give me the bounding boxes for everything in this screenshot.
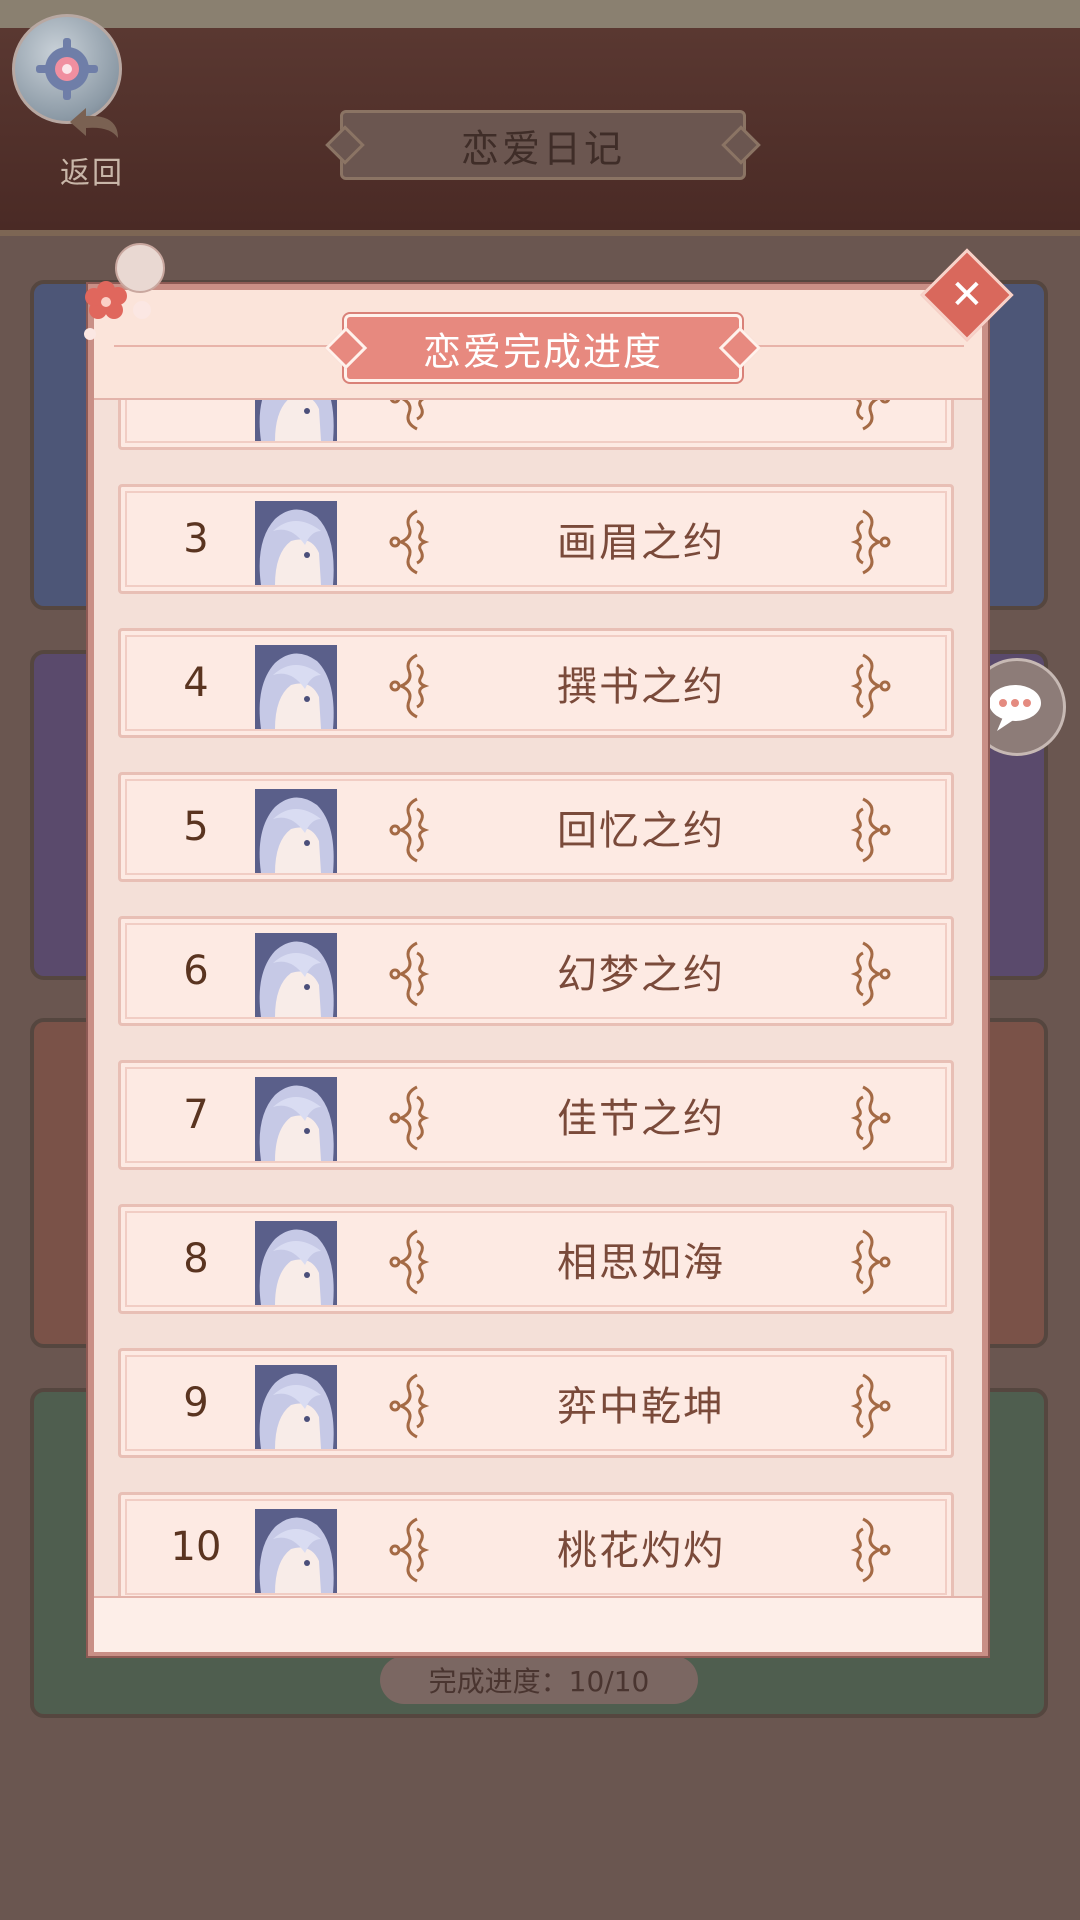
item-number: 5 xyxy=(183,804,209,850)
ornament-left-icon xyxy=(389,1517,430,1583)
completion-progress-text: 完成进度：10/10 xyxy=(428,1665,650,1698)
ornament-right-icon xyxy=(850,1373,891,1439)
item-number: 10 xyxy=(170,1524,222,1570)
item-number: 9 xyxy=(183,1380,209,1426)
ornament-left-icon xyxy=(389,1373,430,1439)
list-item[interactable] xyxy=(118,400,954,450)
ornament-right-icon xyxy=(850,653,891,719)
ornament-left-icon xyxy=(389,941,430,1007)
gear-icon xyxy=(36,38,98,100)
character-avatar xyxy=(255,400,337,441)
ornament-left-icon xyxy=(389,400,425,431)
list-item[interactable]: 9 弈中乾坤 xyxy=(118,1348,954,1458)
ornament-left-icon xyxy=(389,1085,430,1151)
close-x-icon: ✕ xyxy=(950,271,984,318)
dialog-header: 恋爱完成进度 xyxy=(94,290,982,400)
flower-icon xyxy=(84,243,165,340)
list-item[interactable]: 3 画眉之约 xyxy=(118,484,954,594)
ornament-left-icon xyxy=(389,653,430,719)
ornament-right-icon xyxy=(850,1517,891,1583)
list-item[interactable]: 6 幻梦之约 xyxy=(118,916,954,1026)
item-number: 8 xyxy=(183,1236,209,1282)
item-title: 回忆之约 xyxy=(557,808,725,854)
item-title: 幻梦之约 xyxy=(557,952,725,998)
character-avatar xyxy=(255,645,337,729)
item-number: 4 xyxy=(183,660,209,706)
list-item[interactable]: 4 撰书之约 xyxy=(118,628,954,738)
character-avatar xyxy=(255,1365,337,1449)
character-avatar xyxy=(255,789,337,873)
character-avatar xyxy=(255,501,337,585)
back-label[interactable]: 返回 xyxy=(60,148,124,192)
progress-list[interactable]: 3 画眉之约 4 撰书之约 5 回忆之约 6 幻梦之约 7 佳节之约 8 相思如… xyxy=(94,400,982,1596)
character-avatar xyxy=(255,1077,337,1161)
list-item[interactable]: 8 相思如海 xyxy=(118,1204,954,1314)
item-title: 桃花灼灼 xyxy=(557,1528,725,1574)
ornament-left-icon xyxy=(389,1229,430,1295)
page-title-text: 恋爱日记 xyxy=(460,126,625,171)
character-avatar xyxy=(255,933,337,1017)
completion-progress: 完成进度：10/10 xyxy=(380,1656,698,1704)
item-number: 3 xyxy=(183,516,209,562)
ornament-right-icon xyxy=(850,509,891,575)
ornament-right-icon xyxy=(855,400,891,431)
page-title: 恋爱日记 xyxy=(325,110,761,180)
chat-bubble-icon xyxy=(989,685,1041,731)
list-item[interactable]: 5 回忆之约 xyxy=(118,772,954,882)
ornament-right-icon xyxy=(850,797,891,863)
item-title: 相思如海 xyxy=(557,1240,725,1286)
item-title: 画眉之约 xyxy=(557,520,725,566)
ornament-right-icon xyxy=(850,941,891,1007)
ornament-right-icon xyxy=(850,1229,891,1295)
ornament-right-icon xyxy=(850,1085,891,1151)
dialog-title: 恋爱完成进度 xyxy=(324,314,762,382)
item-title: 撰书之约 xyxy=(557,664,725,710)
item-title: 弈中乾坤 xyxy=(557,1384,725,1430)
status-strip xyxy=(0,0,1080,28)
ornament-left-icon xyxy=(389,797,430,863)
character-avatar xyxy=(255,1221,337,1305)
item-title xyxy=(441,400,841,447)
item-number xyxy=(161,400,231,447)
dialog-footer xyxy=(94,1596,982,1652)
list-item[interactable]: 7 佳节之约 xyxy=(118,1060,954,1170)
love-progress-dialog: 恋爱完成进度 3 画眉之约 4 撰书之约 5 回忆之约 6 幻梦之约 7 佳节之… xyxy=(88,284,988,1656)
dialog-title-text: 恋爱完成进度 xyxy=(422,329,663,374)
item-title: 佳节之约 xyxy=(557,1096,725,1142)
item-number: 7 xyxy=(183,1092,209,1138)
character-avatar xyxy=(255,1509,337,1593)
ornament-left-icon xyxy=(389,509,430,575)
list-item[interactable]: 10 桃花灼灼 xyxy=(118,1492,954,1596)
item-number: 6 xyxy=(183,948,209,994)
